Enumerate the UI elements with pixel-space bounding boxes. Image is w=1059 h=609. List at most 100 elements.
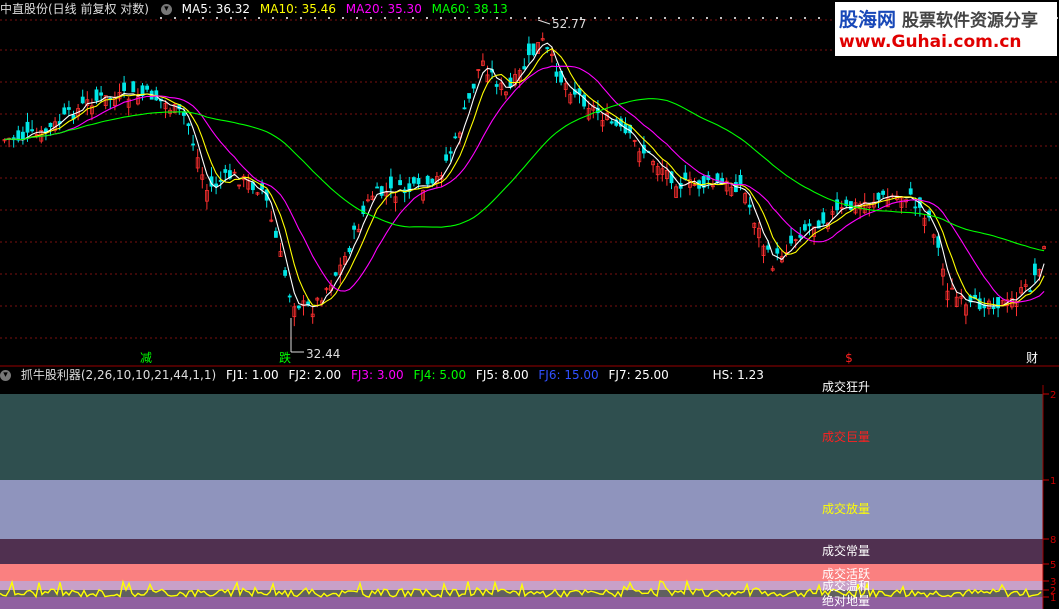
watermark-logo: 股海网 股票软件资源分享 www.Guhai.com.cn [835,2,1057,56]
candle-body [186,123,191,126]
signal-marker: 减 [140,351,152,365]
candle-body [950,287,954,290]
volume-band [0,564,1043,581]
candle-body [991,306,996,310]
candle-body [425,175,430,185]
candle-body [416,178,421,185]
candle-body [531,43,536,56]
volume-band [0,480,1043,539]
ma20-readout: MA20: 35.30 [345,2,422,16]
fj5-readout: FJ5: 8.00 [475,368,529,382]
candle-body [223,169,228,173]
ma60-readout: MA60: 38.13 [431,2,508,16]
top-marker [636,17,638,19]
candle-body [94,89,99,101]
candle-body [16,130,21,141]
top-marker [524,17,526,19]
candle-body [145,85,150,90]
volume-band [0,597,1043,609]
candle-body [444,154,449,161]
signal-marker: 跌 [279,350,291,365]
top-marker [734,17,736,19]
candle-body [462,107,467,110]
top-marker [818,17,820,19]
ma5-line [4,42,1045,308]
top-marker [622,17,624,19]
candle-body [545,47,550,49]
signal-marker: 财 [1026,351,1038,365]
fj1-readout: FJ1: 1.00 [225,368,279,382]
candle-body [609,121,614,124]
candle-body [908,188,913,195]
axis-tick-label: 8 [1050,535,1056,546]
fj3-readout: FJ3: 3.00 [350,368,404,382]
ma60-line [4,98,1045,252]
candle-body [30,129,35,132]
indicator-header: ▾ 抓牛股利器(2,26,10,10,21,44,1,1) FJ1: 1.00 … [0,366,770,384]
candle-body [1028,290,1033,293]
hs-readout: HS: 1.23 [712,368,764,382]
signal-marker: $ [845,351,853,365]
collapse-circle-icon[interactable]: ▾ [160,4,172,15]
candle-body [467,93,472,99]
high-pointer [537,19,551,25]
candle-body [430,178,435,184]
top-marker [594,17,596,19]
fj2-readout: FJ2: 2.00 [288,368,342,382]
top-marker [790,17,792,19]
candle-body [181,112,186,116]
candle-body [333,272,338,276]
candle-body [347,247,352,253]
volume-band [0,394,1043,480]
candle-body [789,235,793,244]
candle-body [131,81,136,93]
indicator-title: 抓牛股利器(2,26,10,10,21,44,1,1) [20,368,217,382]
candle-body [720,178,724,184]
top-marker [762,17,764,19]
candle-body [122,82,126,92]
top-marker [720,17,722,19]
low-price-label: 32.44 [306,347,340,361]
band-label: 成交狂升 [822,380,871,394]
top-marker [664,17,666,19]
axis-tick-label: 2 [1050,390,1056,401]
candle-body [352,225,357,230]
top-marker [538,17,540,19]
top-marker [608,17,610,19]
candle-body [821,212,826,224]
candle-body [20,131,25,141]
band-label: 成交常量 [822,544,871,558]
candle-body [527,43,531,56]
high-price-label: 52.77 [552,17,586,31]
candle-body [448,151,453,154]
top-marker [804,17,806,19]
band-label: 成交放量 [822,502,871,516]
candle-body [807,223,812,227]
candle-body [99,92,103,96]
candle-body [775,248,780,254]
top-marker [692,17,694,19]
band-label: 绝对地量 [822,594,871,608]
candle-body [411,177,416,184]
collapse-circle-icon[interactable]: ▾ [0,370,11,381]
candle-body [283,270,288,276]
candle-body [375,186,380,189]
candle-body [766,245,770,250]
top-marker [650,17,652,19]
fj7-readout: FJ7: 25.00 [608,368,669,382]
candle-body [388,176,393,189]
candle-body [881,190,885,195]
candle-body [273,230,278,238]
candle-body [191,143,196,146]
candle-body [80,96,85,104]
indicator-chart[interactable]: 2185321 [0,385,1059,609]
ma5-readout: MA5: 36.32 [181,2,251,16]
watermark-slogan: 股票软件资源分享 [902,11,1039,31]
candle-body [1033,263,1037,276]
candle-body [494,84,499,87]
candle-body [296,305,301,309]
candle-body [62,107,67,115]
candle-body [738,174,743,185]
top-marker [776,17,778,19]
stock-title: 中直股份(日线 前复权 对数) [0,2,149,16]
